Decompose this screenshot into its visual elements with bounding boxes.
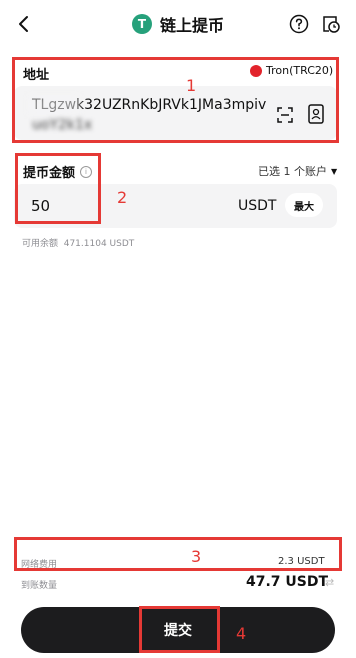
account-selector-label: 已选 1 个账户 — [258, 165, 327, 178]
available-balance: 可用余额 471.1104 USDT — [22, 239, 135, 249]
help-icon[interactable] — [288, 13, 310, 35]
annotation-number-2: 2 — [117, 188, 128, 207]
annotation-number-3: 3 — [191, 547, 202, 566]
receive-value: 47.7 USDT — [246, 574, 329, 590]
swap-icon[interactable]: ⇄ — [325, 576, 334, 589]
annotation-box-amount — [15, 153, 101, 224]
receive-label: 到账数量 — [21, 581, 58, 591]
annotation-box-fee — [14, 537, 342, 571]
tether-coin-icon: T — [131, 14, 152, 34]
max-button-label: 最大 — [294, 201, 314, 213]
history-record-icon[interactable] — [320, 13, 342, 35]
annotation-box-submit — [139, 606, 220, 653]
annotation-box-address — [12, 57, 339, 143]
page-title: 链上提币 — [159, 16, 224, 35]
account-selector[interactable]: 已选 1 个账户 ▼ — [258, 163, 337, 179]
annotation-number-4: 4 — [236, 624, 247, 643]
tether-coin-letter: T — [137, 17, 147, 31]
annotation-number-1: 1 — [186, 76, 197, 95]
max-button[interactable]: 最大 — [285, 193, 323, 217]
amount-currency: USDT — [238, 198, 277, 214]
dropdown-icon: ▼ — [331, 166, 338, 176]
